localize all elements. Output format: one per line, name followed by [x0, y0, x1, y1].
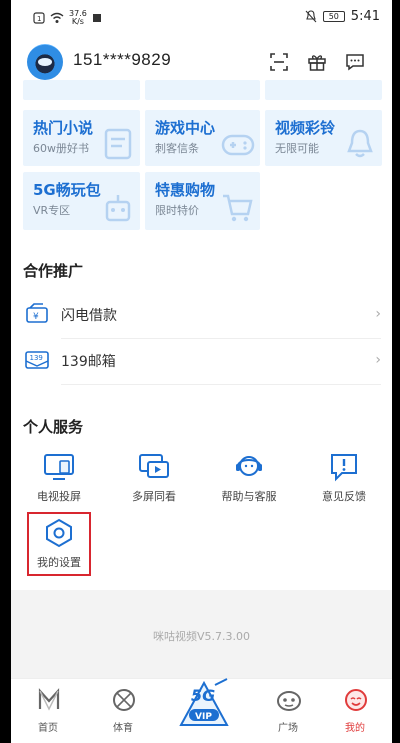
- tile-title: 热门小说: [33, 119, 94, 137]
- network-speed-unit: K/s: [71, 17, 84, 26]
- 5g-vip-icon[interactable]: 5G VIP: [175, 671, 233, 733]
- svg-text:¥: ¥: [33, 312, 39, 322]
- service-label: 意见反馈: [322, 490, 366, 503]
- tile-title: 游戏中心: [155, 119, 216, 137]
- service-help[interactable]: 帮助与客服: [214, 448, 284, 508]
- sports-icon: [113, 689, 135, 711]
- status-right: 50 5:41: [305, 9, 380, 24]
- tile-novel[interactable]: 热门小说 60w册好书: [23, 110, 140, 166]
- list-item-mail139[interactable]: 139 139邮箱 ›: [23, 338, 381, 384]
- svg-text:VIP: VIP: [195, 712, 212, 722]
- app-version: 咪咕视频V5.7.3.00: [152, 630, 250, 643]
- tile-title: 特惠购物: [155, 181, 216, 199]
- customer-service-icon: [236, 456, 262, 476]
- message-icon[interactable]: [345, 52, 365, 72]
- service-tv-cast[interactable]: 电视投屏: [24, 448, 94, 508]
- status-bar: 1 37.6 K/s 50 5:41: [11, 0, 392, 38]
- service-multi-screen[interactable]: 多屏同看: [119, 448, 189, 508]
- tab-square[interactable]: 广场: [258, 679, 318, 743]
- tile-subtitle: 60w册好书: [33, 142, 89, 155]
- square-icon: [277, 691, 301, 711]
- multi-screen-icon: [139, 454, 169, 478]
- tile-subtitle: VR专区: [33, 204, 71, 217]
- tile-title: 5G畅玩包: [33, 181, 101, 199]
- tile-title: 视频彩铃: [275, 119, 336, 137]
- tab-label: 体育: [113, 723, 133, 734]
- network-speed: 37.6 K/s: [69, 10, 87, 26]
- list-item-loan[interactable]: ¥ 闪电借款 ›: [23, 292, 381, 338]
- tile-shopping[interactable]: 特惠购物 限时特价: [145, 172, 260, 230]
- svg-text:139: 139: [30, 354, 43, 362]
- tab-label: 广场: [278, 723, 298, 734]
- avatar[interactable]: [27, 44, 63, 80]
- app-screen: 1 37.6 K/s 50 5:41 151****9829 热门小说 60w册…: [11, 0, 392, 743]
- service-feedback[interactable]: 意见反馈: [309, 448, 379, 508]
- list-item-label: 139邮箱: [61, 354, 116, 370]
- tv-cast-icon: [44, 454, 74, 480]
- service-label: 电视投屏: [37, 490, 81, 503]
- mail-139-icon: 139: [25, 351, 49, 369]
- battery-indicator: 50: [322, 11, 345, 22]
- service-label: 帮助与客服: [221, 490, 277, 503]
- chevron-right-icon: ›: [375, 352, 381, 368]
- home-icon: [38, 688, 60, 711]
- tile-games[interactable]: 游戏中心 刺客信条: [145, 110, 260, 166]
- phone-signal-icon: 1: [33, 12, 45, 24]
- tile-video-ringtone[interactable]: 视频彩铃 无限可能: [265, 110, 382, 166]
- tab-home[interactable]: 首页: [18, 679, 78, 743]
- mute-icon: [305, 10, 317, 23]
- selection-highlight-box: [27, 512, 91, 576]
- tab-sports[interactable]: 体育: [93, 679, 153, 743]
- tile-5g-package[interactable]: 5G畅玩包 VR专区: [23, 172, 140, 230]
- scrolled-row-partial: [11, 80, 392, 106]
- tab-profile[interactable]: 我的: [325, 679, 385, 743]
- tab-label: 我的: [345, 723, 365, 734]
- svg-text:1: 1: [37, 15, 41, 23]
- tile-subtitle: 无限可能: [275, 142, 319, 155]
- footer-area: 咪咕视频V5.7.3.00: [11, 590, 392, 678]
- tile-subtitle: 刺客信条: [155, 142, 199, 155]
- robot-icon: [105, 195, 131, 222]
- scan-icon[interactable]: [269, 52, 289, 72]
- chevron-right-icon: ›: [375, 306, 381, 322]
- svg-text:5G: 5G: [191, 686, 215, 705]
- feedback-icon: [331, 454, 357, 482]
- bell-icon: [347, 129, 373, 158]
- lightning-loan-icon: ¥: [26, 303, 48, 323]
- user-phone[interactable]: 151****9829: [73, 50, 171, 70]
- profile-header: 151****9829: [11, 38, 392, 86]
- tile-partial-2[interactable]: [145, 80, 260, 100]
- status-left: 1 37.6 K/s: [33, 10, 102, 26]
- book-icon: [104, 128, 132, 160]
- tile-subtitle: 限时特价: [155, 204, 199, 217]
- gamepad-icon: [221, 134, 255, 156]
- profile-icon: [345, 689, 367, 711]
- tab-label: 首页: [38, 723, 58, 734]
- service-label: 多屏同看: [132, 490, 176, 503]
- gift-icon[interactable]: [307, 52, 327, 72]
- bottom-tab-bar: 首页 体育 5G VIP 广场 我的: [11, 678, 392, 743]
- section-title-cooperation: 合作推广: [23, 262, 84, 280]
- clock: 5:41: [350, 9, 380, 24]
- section-title-personal: 个人服务: [23, 418, 84, 436]
- cart-icon: [223, 194, 253, 222]
- divider: [61, 384, 381, 385]
- tile-partial-3[interactable]: [265, 80, 382, 100]
- tile-partial-1[interactable]: [23, 80, 140, 100]
- wifi-icon: [50, 12, 64, 23]
- list-item-label: 闪电借款: [61, 308, 117, 324]
- notification-square-icon: [92, 14, 101, 22]
